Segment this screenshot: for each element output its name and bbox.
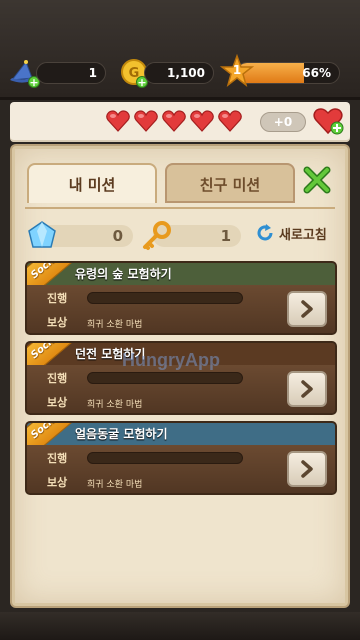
mission-header: 얼음동굴 모험하기: [27, 423, 335, 445]
close-button[interactable]: [299, 163, 335, 197]
mission-title: 유령의 숲 모험하기: [75, 267, 172, 281]
tab-divider: [25, 207, 335, 209]
chevron-right-icon: [301, 380, 313, 398]
mission-progress-bar: [87, 452, 243, 464]
watermark: HungryApp: [122, 350, 220, 370]
mission-card: 유령의 숲 모험하기 Social 진행 보상 희귀 소환 마법: [25, 261, 337, 335]
reward-label: 보상: [47, 316, 68, 329]
reward-value: 희귀 소환 마법: [87, 480, 143, 490]
chevron-right-icon: [301, 460, 313, 478]
mission-progress-bar: [87, 292, 243, 304]
refresh-button[interactable]: 새로고침: [255, 223, 327, 243]
xp-percent: 66%: [302, 66, 331, 80]
hearts-row: +0: [10, 102, 350, 142]
tab-my-missions[interactable]: 내 미션: [27, 163, 157, 203]
mission-title: 얼음동굴 모험하기: [75, 427, 168, 441]
reward-value: 희귀 소환 마법: [87, 320, 143, 330]
mission-body: 진행 보상 희귀 소환 마법: [27, 365, 335, 413]
mission-card: 얼음동굴 모험하기 Social 진행 보상 희귀 소환 마법: [25, 421, 337, 495]
heart-icon: [190, 110, 214, 132]
progress-label: 진행: [47, 452, 68, 465]
heart-icon: [218, 110, 242, 132]
reward-label: 보상: [47, 396, 68, 409]
tab-friend-missions[interactable]: 친구 미션: [165, 163, 295, 203]
progress-label: 진행: [47, 372, 68, 385]
reward-label: 보상: [47, 476, 68, 489]
refresh-label: 새로고침: [279, 227, 327, 243]
heart-plus-icon: [313, 108, 344, 135]
heart-icon: [134, 110, 158, 132]
mission-go-button[interactable]: [287, 451, 327, 487]
chevron-right-icon: [301, 300, 313, 318]
extra-hearts-badge: +0: [260, 112, 306, 132]
close-icon: [303, 166, 331, 194]
wand-count: 1: [36, 62, 106, 84]
mission-go-button[interactable]: [287, 291, 327, 327]
refresh-icon: [257, 224, 273, 241]
resource-bar: + 1 G + 1,100 66% 1: [0, 0, 360, 100]
bottom-bar: [0, 612, 360, 640]
heart-icon: [106, 110, 130, 132]
key-icon: [139, 219, 173, 253]
heart-icon: [162, 110, 186, 132]
mission-progress-bar: [87, 372, 243, 384]
mission-body: 진행 보상 희귀 소환 마법: [27, 285, 335, 333]
level-number: 1: [232, 63, 242, 77]
mission-header: 유령의 숲 모험하기: [27, 263, 335, 285]
reward-value: 희귀 소환 마법: [87, 400, 143, 410]
level-star-icon: 1: [220, 54, 254, 88]
mission-panel: 내 미션 친구 미션 0 1 새로고침 유령의 숲 모험하기 Social 진행…: [12, 146, 348, 606]
add-heart-button[interactable]: [312, 106, 344, 136]
gold-count: 1,100: [144, 62, 214, 84]
mission-go-button[interactable]: [287, 371, 327, 407]
mission-body: 진행 보상 희귀 소환 마법: [27, 445, 335, 493]
progress-label: 진행: [47, 292, 68, 305]
gem-icon: [25, 219, 59, 253]
